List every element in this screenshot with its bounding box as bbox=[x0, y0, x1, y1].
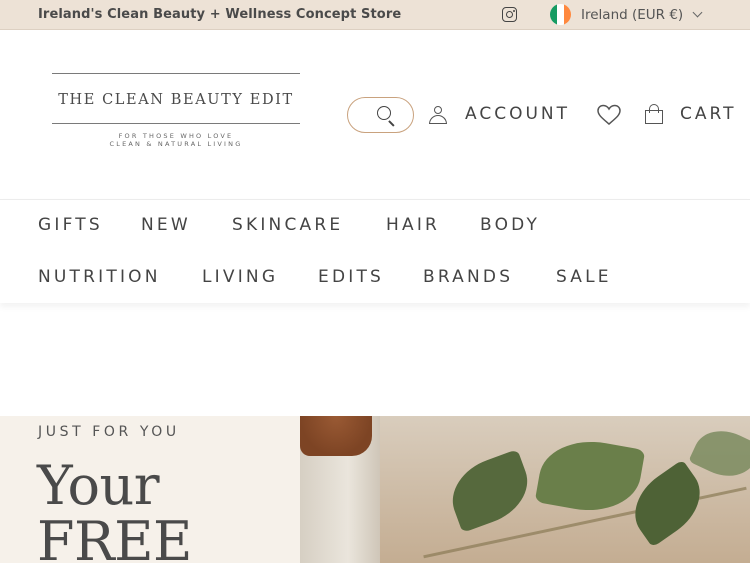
nav-item-hair[interactable]: HAIR bbox=[386, 215, 440, 235]
hero-eyebrow: JUST FOR YOU bbox=[38, 424, 180, 440]
ireland-flag-icon[interactable] bbox=[550, 4, 571, 25]
instagram-icon[interactable] bbox=[502, 7, 517, 22]
main-navigation: GIFTS NEW SKINCARE HAIR BODY NUTRITION L… bbox=[0, 199, 750, 303]
nav-item-sale[interactable]: SALE bbox=[556, 267, 612, 287]
logo-tagline-1: FOR THOSE WHO LOVE bbox=[118, 132, 234, 140]
heart-icon[interactable] bbox=[597, 104, 621, 126]
nav-item-new[interactable]: NEW bbox=[141, 215, 191, 235]
nav-item-edits[interactable]: EDITS bbox=[318, 267, 384, 287]
logo-name: THE CLEAN BEAUTY EDIT bbox=[58, 92, 294, 108]
nav-item-body[interactable]: BODY bbox=[480, 215, 540, 235]
logo-rule-bottom bbox=[52, 123, 300, 124]
hero-image bbox=[300, 416, 750, 563]
nav-item-skincare[interactable]: SKINCARE bbox=[232, 215, 343, 235]
announcement-text: Ireland's Clean Beauty + Wellness Concep… bbox=[38, 7, 402, 22]
logo-tagline-2: CLEAN & NATURAL LIVING bbox=[109, 140, 243, 148]
search-button[interactable] bbox=[347, 97, 414, 133]
account-icon[interactable] bbox=[428, 104, 448, 124]
nav-item-gifts[interactable]: GIFTS bbox=[38, 215, 103, 235]
nav-item-nutrition[interactable]: NUTRITION bbox=[38, 267, 161, 287]
chevron-down-icon[interactable] bbox=[692, 7, 703, 18]
cart-link[interactable]: CART bbox=[680, 104, 736, 124]
cart-icon[interactable] bbox=[644, 103, 664, 125]
hero-headline-line-1: Your bbox=[37, 454, 160, 517]
nav-item-brands[interactable]: BRANDS bbox=[423, 267, 513, 287]
announcement-bar: Ireland's Clean Beauty + Wellness Concep… bbox=[0, 0, 750, 30]
hero-text-panel: JUST FOR YOU Your FREE bbox=[0, 416, 300, 563]
hero-headline-line-2: FREE bbox=[37, 510, 192, 563]
country-currency-selector[interactable]: Ireland (EUR €) bbox=[581, 7, 683, 23]
store-logo[interactable]: THE CLEAN BEAUTY EDIT FOR THOSE WHO LOVE… bbox=[52, 73, 300, 153]
search-icon bbox=[377, 106, 391, 120]
account-link[interactable]: ACCOUNT bbox=[465, 104, 570, 124]
nav-item-living[interactable]: LIVING bbox=[202, 267, 278, 287]
logo-rule-top bbox=[52, 73, 300, 74]
hero-headline: Your FREE bbox=[37, 458, 192, 563]
